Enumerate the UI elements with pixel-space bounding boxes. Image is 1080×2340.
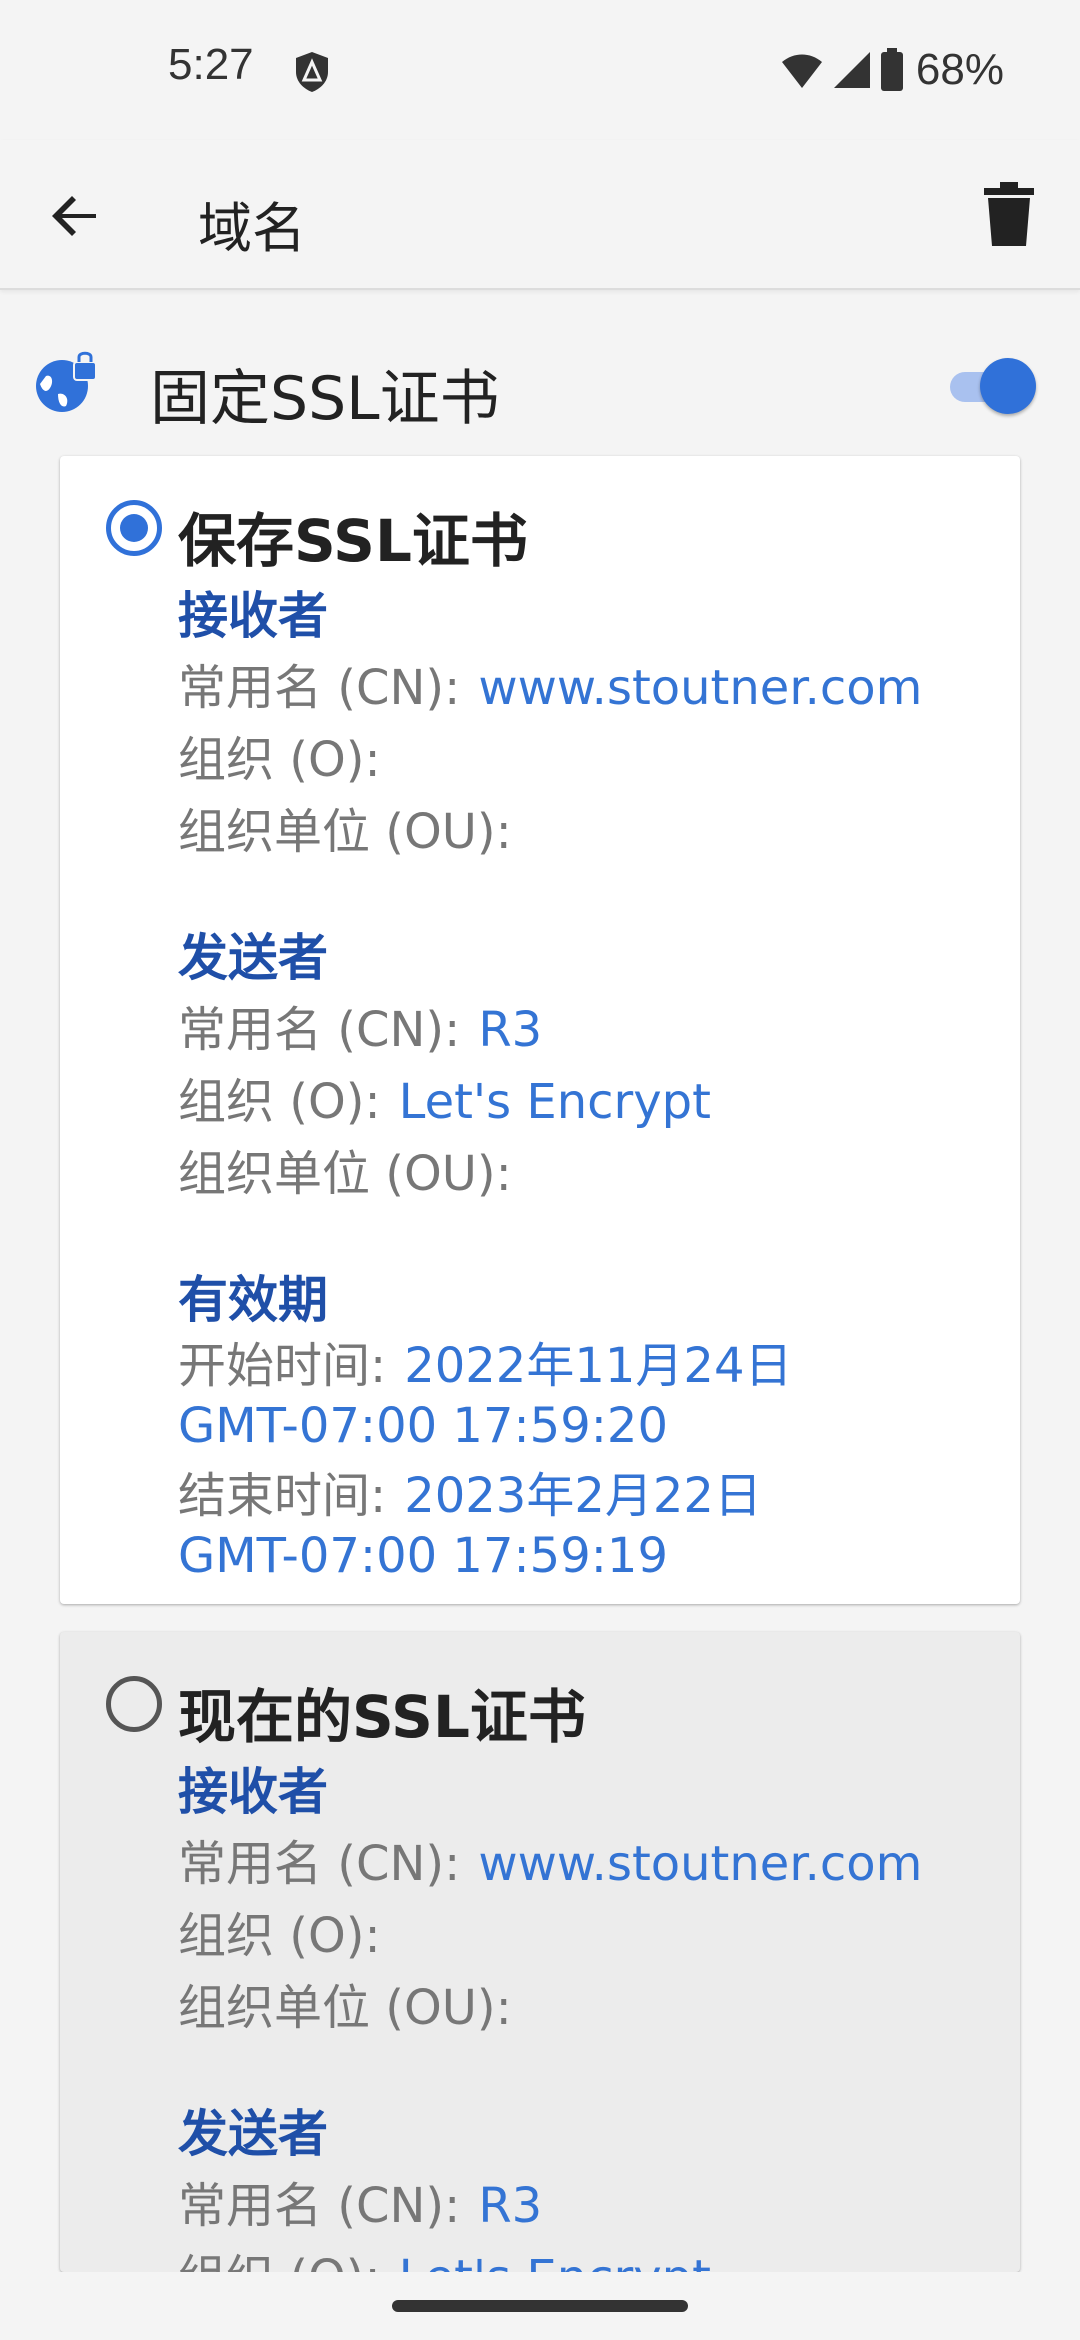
saved-cert-radio[interactable] <box>106 500 162 556</box>
cn-label: 常用名 (CN): <box>178 1836 461 1892</box>
app-bar: 域名 <box>0 140 1080 290</box>
status-time: 5:27 <box>168 40 254 89</box>
o-label: 组织 (O): <box>178 2250 381 2272</box>
issued-by-heading: 发送者 <box>178 929 328 987</box>
validity-start: 开始时间: 2022年11月24日 GMT-07:00 17:59:20 <box>178 1336 998 1456</box>
globe-lock-icon <box>36 351 97 412</box>
issued-to-ou: 组织单位 (OU): <box>178 796 998 868</box>
issued-to-ou: 组织单位 (OU): <box>178 1972 998 2044</box>
o-label: 组织 (O): <box>178 732 381 788</box>
status-icons: 68% <box>780 40 1004 100</box>
pin-ssl-label: 固定SSL证书 <box>150 364 500 434</box>
issued-by-heading: 发送者 <box>178 2105 328 2163</box>
home-indicator[interactable] <box>392 2300 688 2312</box>
issued-by-o: 组织 (O): Let's Encrypt <box>178 2242 998 2272</box>
cn-label: 常用名 (CN): <box>178 2178 461 2234</box>
current-cert-radio[interactable] <box>106 1676 162 1732</box>
battery-percentage: 68% <box>915 45 1004 94</box>
ou-label: 组织单位 (OU): <box>178 804 512 860</box>
issued-to-cn: 常用名 (CN): www.stoutner.com <box>178 652 998 724</box>
issued-by-cn: 常用名 (CN): R3 <box>178 2170 998 2242</box>
issued-by-o: 组织 (O): Let's Encrypt <box>178 1066 998 1138</box>
cn-value: www.stoutner.com <box>478 1836 923 1892</box>
back-arrow-icon[interactable] <box>44 184 108 248</box>
pin-ssl-toggle[interactable] <box>948 350 1040 420</box>
signal-icon <box>833 52 870 88</box>
cn-label: 常用名 (CN): <box>178 660 461 716</box>
validity-end: 结束时间: 2023年2月22日 GMT-07:00 17:59:19 <box>178 1466 998 1586</box>
start-time: GMT-07:00 17:59:20 <box>178 1398 669 1454</box>
cn-value: R3 <box>478 1002 543 1058</box>
start-label: 开始时间: <box>178 1338 387 1394</box>
page-title: 域名 <box>198 197 306 260</box>
o-value: Let's Encrypt <box>398 1074 711 1130</box>
issued-by-cn: 常用名 (CN): R3 <box>178 994 998 1066</box>
toggle-thumb <box>980 358 1036 414</box>
o-label: 组织 (O): <box>178 1908 381 1964</box>
issued-to-o: 组织 (O): <box>178 724 998 796</box>
issued-by-ou: 组织单位 (OU): <box>178 1138 998 1210</box>
issued-to-heading: 接收者 <box>178 587 328 645</box>
trash-icon[interactable] <box>980 180 1038 248</box>
wifi-icon <box>781 54 822 88</box>
pin-ssl-row: 固定SSL证书 <box>0 330 1080 440</box>
end-label: 结束时间: <box>178 1468 387 1524</box>
issued-to-o: 组织 (O): <box>178 1900 998 1972</box>
start-date: 2022年11月24日 <box>404 1338 793 1394</box>
o-label: 组织 (O): <box>178 1074 381 1130</box>
validity-heading: 有效期 <box>178 1271 328 1329</box>
ou-label: 组织单位 (OU): <box>178 1980 512 2036</box>
cn-value: www.stoutner.com <box>478 660 923 716</box>
current-cert-details: 接收者 常用名 (CN): www.stoutner.com 组织 (O): 组织… <box>178 1756 998 2272</box>
saved-cert-title: 保存SSL证书 <box>178 507 528 575</box>
shield-icon <box>296 52 328 92</box>
status-bar: 5:27 68% <box>0 0 1080 140</box>
end-date: 2023年2月22日 <box>404 1468 762 1524</box>
battery-icon <box>880 48 903 91</box>
issued-to-heading: 接收者 <box>178 1763 328 1821</box>
current-cert-title: 现在的SSL证书 <box>178 1683 586 1751</box>
saved-cert-details: 接收者 常用名 (CN): www.stoutner.com 组织 (O): 组织… <box>178 580 998 1596</box>
issued-to-cn: 常用名 (CN): www.stoutner.com <box>178 1828 998 1900</box>
end-time: GMT-07:00 17:59:19 <box>178 1528 669 1584</box>
saved-ssl-card[interactable]: 保存SSL证书 接收者 常用名 (CN): www.stoutner.com 组织… <box>60 456 1020 1604</box>
ou-label: 组织单位 (OU): <box>178 1146 512 1202</box>
cn-label: 常用名 (CN): <box>178 1002 461 1058</box>
current-ssl-card[interactable]: 现在的SSL证书 接收者 常用名 (CN): www.stoutner.com 组… <box>60 1632 1020 2272</box>
o-value: Let's Encrypt <box>399 2250 711 2272</box>
cn-value: R3 <box>478 2178 543 2234</box>
